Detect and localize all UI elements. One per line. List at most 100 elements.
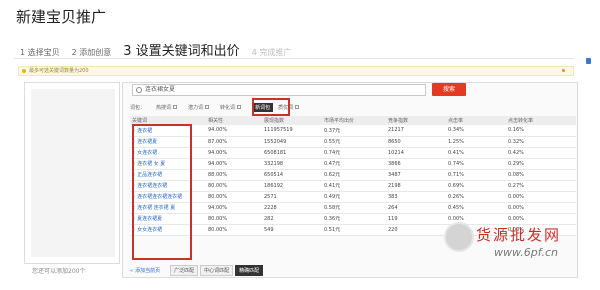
filter-label: 词包： — [130, 104, 146, 111]
metric-cell: 111957519 — [262, 125, 322, 137]
metric-cell: 650514 — [262, 169, 322, 181]
add-icon: « — [130, 268, 134, 274]
steps-divider — [14, 58, 574, 59]
watermark-url: www.6pf.cn — [494, 246, 558, 259]
metric-cell: 0.00% — [506, 213, 576, 225]
metric-cell: 220 — [386, 224, 446, 236]
table-row[interactable]: «女连衣裙 94.00% 6508181 0.74元 10214 0.41% 0.42% — [130, 147, 576, 159]
metric-cell: 0.74元 — [322, 147, 386, 159]
filter-potential[interactable]: 潜力词 — [188, 104, 210, 111]
metric-cell: 3487 — [386, 169, 446, 181]
metric-cell: 264 — [386, 202, 446, 214]
watermark-text: 货源批发网 — [476, 226, 562, 244]
metric-cell: 119 — [386, 213, 446, 225]
remaining-count: 您还可以添加200个 — [32, 268, 86, 275]
metric-cell: 0.37元 — [322, 125, 386, 137]
page-title: 新建宝贝推广 — [16, 8, 107, 26]
metric-cell: 0.55元 — [322, 136, 386, 148]
column-header[interactable]: 竞争指数 — [386, 116, 446, 125]
metric-cell: 332198 — [262, 158, 322, 170]
metric-cell: 0.41元 — [322, 180, 386, 192]
metric-cell: 94.00% — [206, 202, 262, 214]
metric-cell: 0.51元 — [322, 224, 386, 236]
table-row[interactable]: «连衣裙 女 夏 94.00% 332198 0.47元 3866 0.74% 0.29% — [130, 158, 576, 170]
match-broad-button[interactable]: 广泛匹配 — [170, 265, 199, 276]
filter-conversion[interactable]: 转化词 — [220, 104, 242, 111]
bookmark-icon[interactable] — [586, 58, 591, 64]
table-row[interactable]: «连衣裙 94.00% 111957519 0.37元 21217 0.34% 0.16% — [130, 125, 576, 137]
metric-cell: 80.00% — [206, 213, 262, 225]
column-header[interactable]: 点击率 — [446, 116, 506, 125]
metric-cell: 0.00% — [506, 191, 576, 203]
filter-conversion-label: 转化词 — [220, 104, 236, 111]
match-center-button[interactable]: 中心词匹配 — [200, 265, 234, 276]
filter-potential-label: 潜力词 — [188, 104, 204, 111]
step-keywords-bid: 3 设置关键词和出价 — [123, 44, 240, 59]
pin-icon — [562, 69, 565, 72]
table-row[interactable]: «连衣裙夏 87.00% 1552049 0.55元 8650 1.25% 0.32% — [130, 136, 576, 148]
notice-text: 最多可选关键词数量为200 — [29, 68, 89, 74]
metric-cell: 0.16% — [506, 125, 576, 137]
metric-cell: 0.42% — [506, 147, 576, 159]
metric-cell: 282 — [262, 213, 322, 225]
search-icon — [136, 87, 142, 93]
column-header[interactable]: 市场平均出价 — [322, 116, 386, 125]
metric-cell: 2571 — [262, 191, 322, 203]
metric-cell: 80.00% — [206, 180, 262, 192]
checkbox-icon[interactable] — [237, 105, 242, 109]
table-row[interactable]: «连衣裙连衣裙连衣裙 80.00% 2571 0.49元 383 0.26% 0.00% — [130, 191, 576, 203]
metric-cell: 80.00% — [206, 224, 262, 236]
checkbox-icon[interactable] — [295, 105, 300, 109]
metric-cell: 0.00% — [506, 202, 576, 214]
metric-cell: 0.69% — [446, 180, 506, 192]
highlight-box-keywords — [132, 124, 192, 260]
metric-cell: 0.29% — [506, 158, 576, 170]
bottom-bar: «添加当前页 广泛匹配 中心词匹配 精确匹配 — [130, 265, 265, 276]
add-current-page-button[interactable]: «添加当前页 — [130, 267, 160, 274]
filter-hot[interactable]: 热搜词 — [156, 104, 178, 111]
metric-cell: 0.27% — [506, 180, 576, 192]
metric-cell: 87.00% — [206, 136, 262, 148]
metric-cell: 8650 — [386, 136, 446, 148]
metric-cell: 186192 — [262, 180, 322, 192]
metric-cell: 1552049 — [262, 136, 322, 148]
metric-cell: 0.74% — [446, 158, 506, 170]
metric-cell: 3866 — [386, 158, 446, 170]
search-value: 连衣裙女夏 — [145, 86, 176, 93]
metric-cell: 0.36元 — [322, 213, 386, 225]
selected-keywords-panel — [24, 82, 120, 264]
column-header[interactable]: 点击转化率 — [506, 116, 576, 125]
highlight-box-filter — [252, 98, 290, 116]
step-progress: 1 选择宝贝 2 添加创意 3 设置关键词和出价 4 完成推广 — [20, 40, 303, 59]
metric-cell: 0.08% — [506, 169, 576, 181]
watermark-logo-icon — [444, 222, 474, 252]
match-exact-button[interactable]: 精确匹配 — [235, 265, 264, 276]
metric-cell: 88.00% — [206, 169, 262, 181]
metric-cell: 10214 — [386, 147, 446, 159]
search-button[interactable]: 搜索 — [432, 83, 466, 96]
keyword-table: 关键词 相关性 展现指数 市场平均出价 竞争指数 点击率 点击转化率 «连衣裙 94.00% 1… — [130, 116, 576, 236]
metric-cell: 0.41% — [446, 147, 506, 159]
selected-keywords-list[interactable] — [31, 89, 115, 257]
step-select-item: 1 选择宝贝 — [20, 48, 60, 57]
metric-cell: 0.71% — [446, 169, 506, 181]
metric-cell: 0.62元 — [322, 169, 386, 181]
column-header[interactable]: 相关性 — [206, 116, 262, 125]
metric-cell: 1.25% — [446, 136, 506, 148]
keyword-search-input[interactable]: 连衣裙女夏 — [132, 84, 426, 96]
checkbox-icon[interactable] — [205, 105, 210, 109]
metric-cell: 0.47元 — [322, 158, 386, 170]
metric-cell: 94.00% — [206, 158, 262, 170]
step-finish: 4 完成推广 — [251, 48, 292, 57]
column-header[interactable]: 展现指数 — [262, 116, 322, 125]
table-row[interactable]: «正品连衣裙 88.00% 650514 0.62元 3487 0.71% 0.08% — [130, 169, 576, 181]
table-row[interactable]: «夏连衣裙夏 80.00% 282 0.36元 119 0.00% 0.00% — [130, 213, 576, 225]
metric-cell: 0.32% — [506, 136, 576, 148]
metric-cell: 549 — [262, 224, 322, 236]
table-header: 关键词 相关性 展现指数 市场平均出价 竞争指数 点击率 点击转化率 — [130, 116, 576, 125]
metric-cell: 94.00% — [206, 125, 262, 137]
checkbox-icon[interactable] — [173, 105, 178, 109]
table-row[interactable]: «连衣裙连衣裙 80.00% 186192 0.41元 2198 0.69% 0.27% — [130, 180, 576, 192]
table-row[interactable]: «连衣裙 连衣裙 夏 94.00% 2228 0.58元 264 0.45% 0.00% — [130, 202, 576, 214]
metric-cell: 0.45% — [446, 202, 506, 214]
